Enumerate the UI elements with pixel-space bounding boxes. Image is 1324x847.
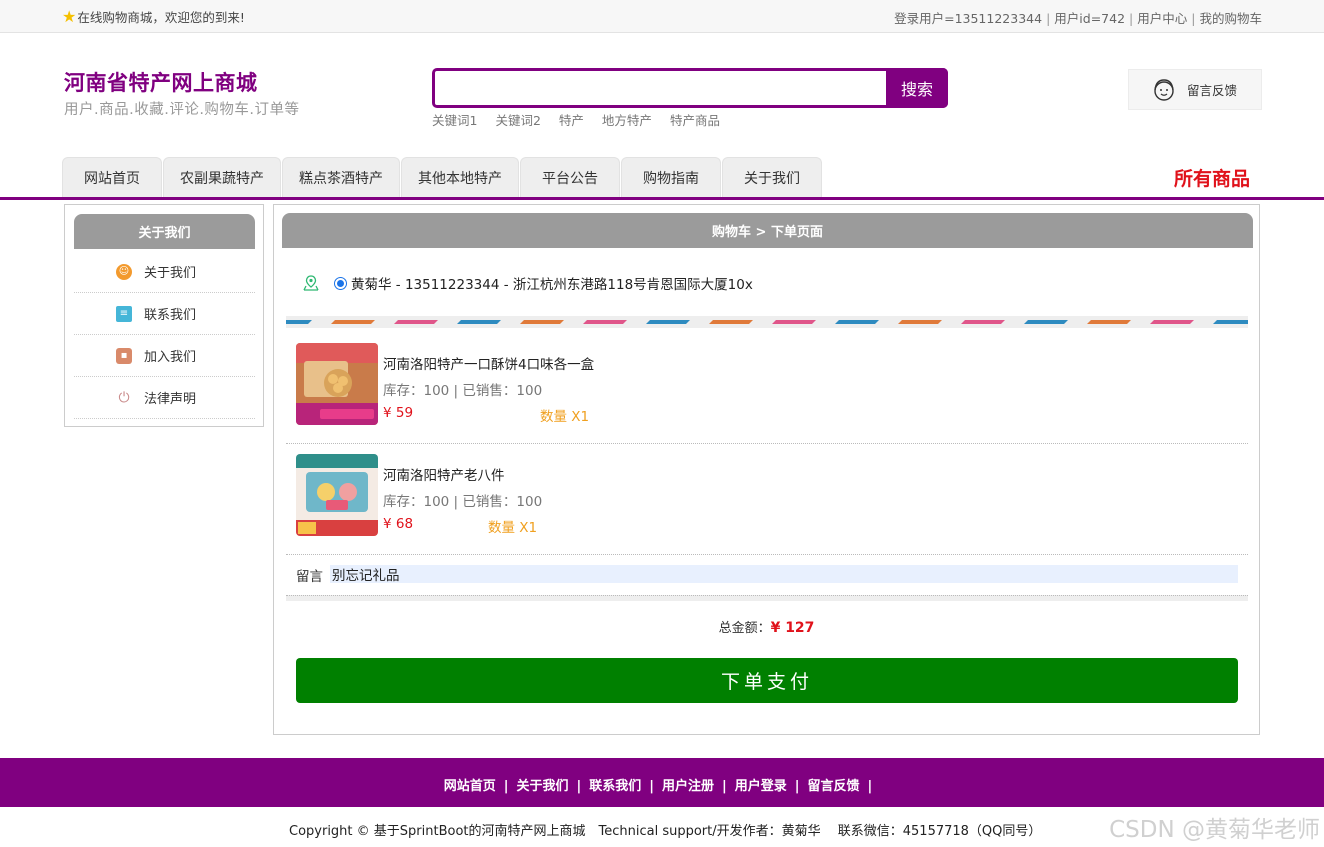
order-item: 河南洛阳特产一口酥饼4口味各一盒 库存：100 | 已销售：100 ¥ 59 数… (286, 333, 1248, 444)
sidebar-item-about[interactable]: ☺ 关于我们 (74, 251, 255, 293)
sidebar-item-legal[interactable]: ⏻ 法律声明 (74, 377, 255, 419)
location-icon (303, 275, 319, 291)
footer-link[interactable]: 留言反馈 (808, 779, 860, 794)
sidebar-item-contact[interactable]: ≡ 联系我们 (74, 293, 255, 335)
product-image[interactable] (296, 343, 378, 425)
nav-tab-pastry[interactable]: 糕点茶酒特产 (282, 157, 400, 197)
order-panel: 购物车 > 下单页面 黄菊华 - 13511223344 - 浙江杭州东港路11… (273, 204, 1260, 735)
top-bar: ★ 在线购物商城，欢迎您的到来! 登录用户=13511223344 | 用户id=7… (0, 0, 1324, 33)
nav-tab-home[interactable]: 网站首页 (62, 157, 162, 197)
footer-link[interactable]: 网站首页 (444, 779, 496, 794)
product-quantity: 数量 X1 (488, 520, 538, 536)
site-title[interactable]: 河南省特产网上商城 (64, 67, 258, 97)
footer-link[interactable]: 用户注册 (662, 779, 714, 794)
address-radio[interactable] (334, 276, 347, 290)
divider (286, 595, 1248, 601)
product-image[interactable] (296, 454, 378, 536)
sidebar: 关于我们 ☺ 关于我们 ≡ 联系我们 ▪ 加入我们 ⏻ 法律声明 (64, 204, 264, 427)
product-price: ¥ 59 (383, 405, 414, 421)
welcome-text: 在线购物商城，欢迎您的到来! (77, 10, 245, 25)
user-id-text: 用户id=742 (1054, 11, 1126, 26)
envelope-stripe (286, 316, 1248, 328)
product-price: ¥ 68 (383, 516, 414, 532)
footer-link[interactable]: 用户登录 (735, 779, 787, 794)
product-stock: 库存：100 | 已销售：100 (383, 383, 543, 399)
welcome-message: ★ 在线购物商城，欢迎您的到来! (62, 7, 245, 26)
sidebar-item-label: 法律声明 (144, 392, 197, 407)
product-name[interactable]: 河南洛阳特产一口酥饼4口味各一盒 (383, 353, 594, 373)
search-box: 搜索 (432, 68, 948, 108)
pay-button[interactable]: 下单支付 (296, 658, 1238, 703)
product-quantity: 数量 X1 (540, 409, 590, 425)
footer: 网站首页 | 关于我们 | 联系我们 | 用户注册 | 用户登录 | 留言反馈 | (0, 758, 1324, 807)
sidebar-title: 关于我们 (74, 214, 255, 249)
hot-keyword[interactable]: 关键词2 (495, 113, 540, 128)
user-links: 登录用户=13511223344 | 用户id=742 | 用户中心 | 我的购物车 (894, 11, 1262, 26)
sidebar-item-label: 关于我们 (144, 266, 197, 281)
search-button[interactable]: 搜索 (886, 68, 948, 108)
sidebar-item-label: 加入我们 (144, 350, 197, 365)
user-center-link[interactable]: 用户中心 (1137, 11, 1187, 26)
footer-link[interactable]: 关于我们 (516, 779, 568, 794)
total-label: 总金额： (718, 621, 771, 636)
address-row[interactable]: 黄菊华 - 13511223344 - 浙江杭州东港路118号肯恩国际大厦10x (302, 273, 753, 293)
about-icon: ☺ (116, 263, 132, 280)
all-products-link[interactable]: 所有商品 (1174, 164, 1250, 191)
nav-tab-notice[interactable]: 平台公告 (520, 157, 620, 197)
footer-links: 网站首页 | 关于我们 | 联系我们 | 用户注册 | 用户登录 | 留言反馈 | (443, 779, 873, 794)
product-stock: 库存：100 | 已销售：100 (383, 494, 543, 510)
copyright: Copyright © 基于SprintBoot的河南特产网上商城 Techni… (289, 824, 1042, 839)
site-subtitle: 用户.商品.收藏.评论.购物车.订单等 (64, 102, 300, 118)
customer-service-icon (1154, 78, 1174, 101)
address-text: 黄菊华 - 13511223344 - 浙江杭州东港路118号肯恩国际大厦10x (351, 277, 753, 293)
main-nav: 网站首页 农副果蔬特产 糕点茶酒特产 其他本地特产 平台公告 购物指南 关于我们… (0, 157, 1324, 200)
hot-keyword[interactable]: 特产 (559, 113, 584, 128)
search-input[interactable] (435, 71, 887, 105)
nav-tab-guide[interactable]: 购物指南 (621, 157, 721, 197)
power-icon: ⏻ (118, 389, 130, 406)
breadcrumb: 购物车 > 下单页面 (282, 213, 1253, 248)
star-icon: ★ (62, 6, 77, 26)
sidebar-item-label: 联系我们 (144, 308, 197, 323)
message-label: 留言 (296, 569, 323, 585)
order-total: 总金额：¥ 127 (274, 617, 1259, 636)
message-input[interactable] (330, 565, 1238, 583)
clipboard-icon: ≡ (116, 305, 132, 322)
total-amount: ¥ 127 (770, 620, 815, 636)
my-cart-link[interactable]: 我的购物车 (1199, 11, 1262, 26)
hot-keyword[interactable]: 地方特产 (602, 113, 652, 128)
feedback-label: 留言反馈 (1187, 83, 1238, 98)
sidebar-item-join[interactable]: ▪ 加入我们 (74, 335, 255, 377)
product-name[interactable]: 河南洛阳特产老八件 (383, 464, 505, 484)
hot-keywords: 关键词1 关键词2 特产 地方特产 特产商品 (432, 110, 738, 129)
login-user-link[interactable]: 登录用户=13511223344 (894, 11, 1042, 26)
nav-tab-produce[interactable]: 农副果蔬特产 (163, 157, 281, 197)
hot-keyword[interactable]: 关键词1 (432, 113, 477, 128)
footer-link[interactable]: 联系我们 (589, 779, 641, 794)
nav-tab-about[interactable]: 关于我们 (722, 157, 822, 197)
order-item: 河南洛阳特产老八件 库存：100 | 已销售：100 ¥ 68 数量 X1 (286, 444, 1248, 555)
nav-tab-other[interactable]: 其他本地特产 (401, 157, 519, 197)
hot-keyword[interactable]: 特产商品 (670, 113, 720, 128)
watermark: CSDN @黄菊华老师 (1109, 817, 1320, 843)
feedback-button[interactable]: 留言反馈 (1128, 69, 1262, 110)
lock-icon: ▪ (116, 347, 132, 364)
